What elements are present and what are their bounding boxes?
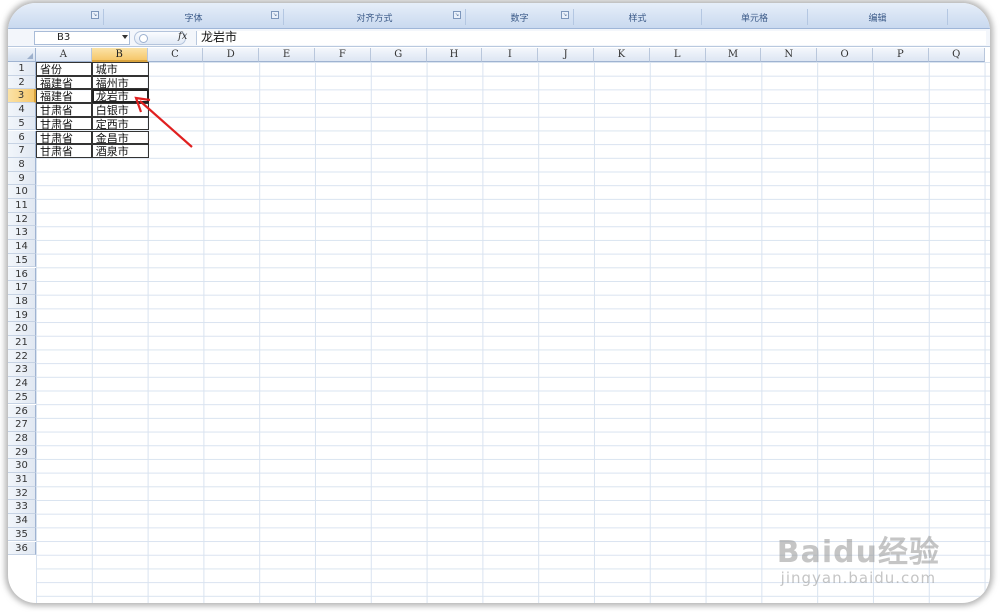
row-header-10[interactable]: 10 [8,185,36,199]
column-header-k[interactable]: K [594,48,650,62]
column-header-p[interactable]: P [873,48,929,62]
column-header-b[interactable]: B [91,48,148,62]
row-header-5[interactable]: 5 [8,116,36,131]
column-header-e[interactable]: E [259,48,315,62]
row-header-17[interactable]: 17 [8,281,36,295]
watermark-url: jingyan.baidu.com [780,569,937,587]
cell-a1[interactable]: 省份 [36,62,92,76]
cell-a3[interactable]: 福建省 [36,89,92,104]
ribbon-group-font[interactable]: 字体 ↘ [104,9,284,25]
row-header-21[interactable]: 21 [8,336,36,350]
cell-a2[interactable]: 福建省 [36,75,92,90]
chevron-down-icon[interactable] [122,35,128,39]
watermark-logo: Baidu经验 [776,535,940,570]
column-header-a[interactable]: A [36,48,92,62]
select-all-button[interactable] [8,48,36,62]
row-header-19[interactable]: 19 [8,308,36,323]
row-header-11[interactable]: 11 [8,199,36,213]
row-header-8[interactable]: 8 [8,157,36,172]
row-header-14[interactable]: 14 [8,240,36,254]
cell-b7[interactable]: 酒泉市 [91,144,149,158]
ribbon-group-label: 单元格 [740,13,768,24]
column-header-m[interactable]: M [705,48,762,62]
row-header-25[interactable]: 25 [8,390,36,405]
cell-a5[interactable]: 甘肃省 [36,116,92,131]
row-header-29[interactable]: 29 [8,445,36,460]
row-header-24[interactable]: 24 [8,377,36,391]
column-header-f[interactable]: F [315,48,371,62]
column-header-j[interactable]: J [538,48,594,62]
cell-b2[interactable]: 福州市 [91,75,149,90]
row-header-18[interactable]: 18 [8,294,36,309]
column-header-n[interactable]: N [761,48,818,62]
row-header-33[interactable]: 33 [8,500,36,515]
name-box[interactable]: B3 [34,31,130,45]
ribbon-group-label: 数字 [510,13,529,24]
row-header-9[interactable]: 9 [8,171,36,186]
ribbon-group-label: 样式 [628,13,647,24]
insert-function-icon[interactable]: fx [178,31,187,42]
row-header-15[interactable]: 15 [8,253,36,268]
column-header-i[interactable]: I [482,48,539,62]
column-header-q[interactable]: Q [928,48,985,62]
column-header-o[interactable]: O [817,48,873,62]
row-header-13[interactable]: 13 [8,226,36,241]
cell-a6[interactable]: 甘肃省 [36,130,92,145]
dialog-launcher-icon[interactable]: ↘ [561,11,569,19]
ribbon-group-alignment[interactable]: 对齐方式 ↘ [284,9,466,25]
cell-area[interactable]: 省份 城市 福建省 福州市 福建省 龙岩市 甘肃省 白银市 甘肃省 定西市 甘肃省 金昌市 甘肃省 酒泉市 [36,62,990,603]
row-header-27[interactable]: 27 [8,418,36,432]
ribbon-group-cells[interactable]: 单元格 [702,9,808,25]
cell-b5[interactable]: 定西市 [91,116,149,131]
ribbon-group-editing[interactable]: 编辑 [808,9,948,25]
cell-b4[interactable]: 白银市 [91,103,149,117]
cell-b3[interactable]: 龙岩市 [91,89,149,104]
row-header-34[interactable]: 34 [8,514,36,528]
column-header-l[interactable]: L [649,48,706,62]
row-header-20[interactable]: 20 [8,322,36,336]
formula-input[interactable]: 龙岩市 [196,31,986,45]
row-header-7[interactable]: 7 [8,144,36,158]
cell-b1[interactable]: 城市 [91,62,149,76]
column-header-h[interactable]: H [426,48,483,62]
cell-a4[interactable]: 甘肃省 [36,103,92,117]
ribbon-group-label: 对齐方式 [356,13,393,24]
formula-bar: B3 fx 龙岩市 [8,29,990,47]
row-header-12[interactable]: 12 [8,212,36,227]
dialog-launcher-icon[interactable]: ↘ [91,11,99,19]
row-header-4[interactable]: 4 [8,103,36,117]
ribbon-group-label: 字体 [184,13,203,24]
dialog-launcher-icon[interactable]: ↘ [453,11,461,19]
row-header-32[interactable]: 32 [8,486,36,501]
select-all-icon [27,53,33,59]
expand-circle-icon[interactable] [139,34,148,43]
ribbon-group-styles[interactable]: 样式 [574,9,702,25]
row-header-2[interactable]: 2 [8,75,36,90]
row-header-3[interactable]: 3 [8,89,36,104]
column-header-d[interactable]: D [203,48,260,62]
row-header-31[interactable]: 31 [8,473,36,487]
ribbon-group-label: 编辑 [868,13,887,24]
ribbon-group-clipboard[interactable]: ↘ [8,9,104,25]
row-header-36[interactable]: 36 [8,541,36,556]
cell-a7[interactable]: 甘肃省 [36,144,92,158]
row-header-23[interactable]: 23 [8,363,36,378]
ribbon-group-strip: ↘ 字体 ↘ 对齐方式 ↘ 数字 ↘ 样式 单元格 编辑 [8,3,990,29]
excel-window: ↘ 字体 ↘ 对齐方式 ↘ 数字 ↘ 样式 单元格 编辑 B3 fx 龙岩市 A… [8,3,990,603]
row-header-35[interactable]: 35 [8,527,36,542]
row-header-22[interactable]: 22 [8,349,36,364]
spreadsheet-grid[interactable]: ABCDEFGHIJKLMNOPQ 1 2 3 4 5 6 7 8 9 10 11 12 13 14 15 1… [8,48,990,603]
column-header-c[interactable]: C [147,48,204,62]
dialog-launcher-icon[interactable]: ↘ [271,11,279,19]
row-header-28[interactable]: 28 [8,431,36,446]
row-header-6[interactable]: 6 [8,130,36,145]
row-header-26[interactable]: 26 [8,404,36,419]
cell-b6[interactable]: 金昌市 [91,130,149,145]
ribbon-group-number[interactable]: 数字 ↘ [466,9,574,25]
watermark: Baidu经验 jingyan.baidu.com [777,527,940,587]
row-header-16[interactable]: 16 [8,267,36,282]
row-header-30[interactable]: 30 [8,459,36,473]
row-header-1[interactable]: 1 [8,62,36,76]
column-header-g[interactable]: G [370,48,427,62]
